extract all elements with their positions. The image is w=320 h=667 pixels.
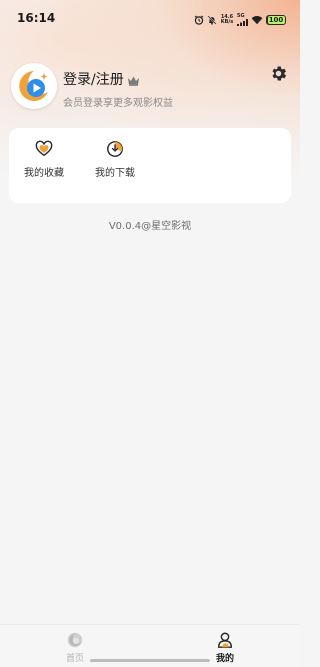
- cellular-signal-icon: 5G: [237, 13, 248, 26]
- my-favorites-label: 我的收藏: [24, 168, 64, 179]
- quick-actions-card: 我的收藏 我的下载: [9, 128, 291, 203]
- mine-page: 16:14 14.6 KB/s 5G 100 登录/注册 会员登录享更多观影权益…: [0, 0, 300, 667]
- nav-label-home: 首页: [65, 654, 84, 664]
- status-icons: 14.6 KB/s 5G 100: [194, 10, 286, 29]
- status-bar: 16:14 14.6 KB/s 5G 100: [0, 0, 300, 36]
- member-benefit-tip: 会员登录享更多观影权益: [63, 98, 173, 109]
- my-favorites-button[interactable]: 我的收藏: [14, 140, 74, 190]
- wifi-icon: [251, 10, 263, 29]
- app-logo-avatar[interactable]: [11, 63, 57, 109]
- alarm-icon: [194, 10, 204, 29]
- nav-label-mine: 我的: [215, 654, 234, 664]
- net-speed: 14.6 KB/s: [220, 13, 234, 25]
- my-downloads-button[interactable]: 我的下载: [85, 140, 145, 190]
- settings-gear-icon[interactable]: [269, 64, 288, 87]
- crown-icon: [127, 71, 140, 90]
- battery-indicator: 100: [266, 14, 286, 25]
- play-logo-icon: [19, 71, 48, 101]
- user-icon: [217, 632, 233, 648]
- status-time: 16:14: [17, 11, 56, 25]
- heart-icon: [35, 140, 53, 157]
- mute-bell-icon: [207, 10, 217, 29]
- download-icon: [107, 141, 123, 157]
- app-version-text: V0.0.4@星空影视: [108, 221, 192, 232]
- login-register-link[interactable]: 登录/注册: [63, 69, 124, 89]
- home-icon: [67, 632, 83, 648]
- my-downloads-label: 我的下载: [95, 168, 135, 179]
- home-gesture-bar[interactable]: [90, 659, 210, 662]
